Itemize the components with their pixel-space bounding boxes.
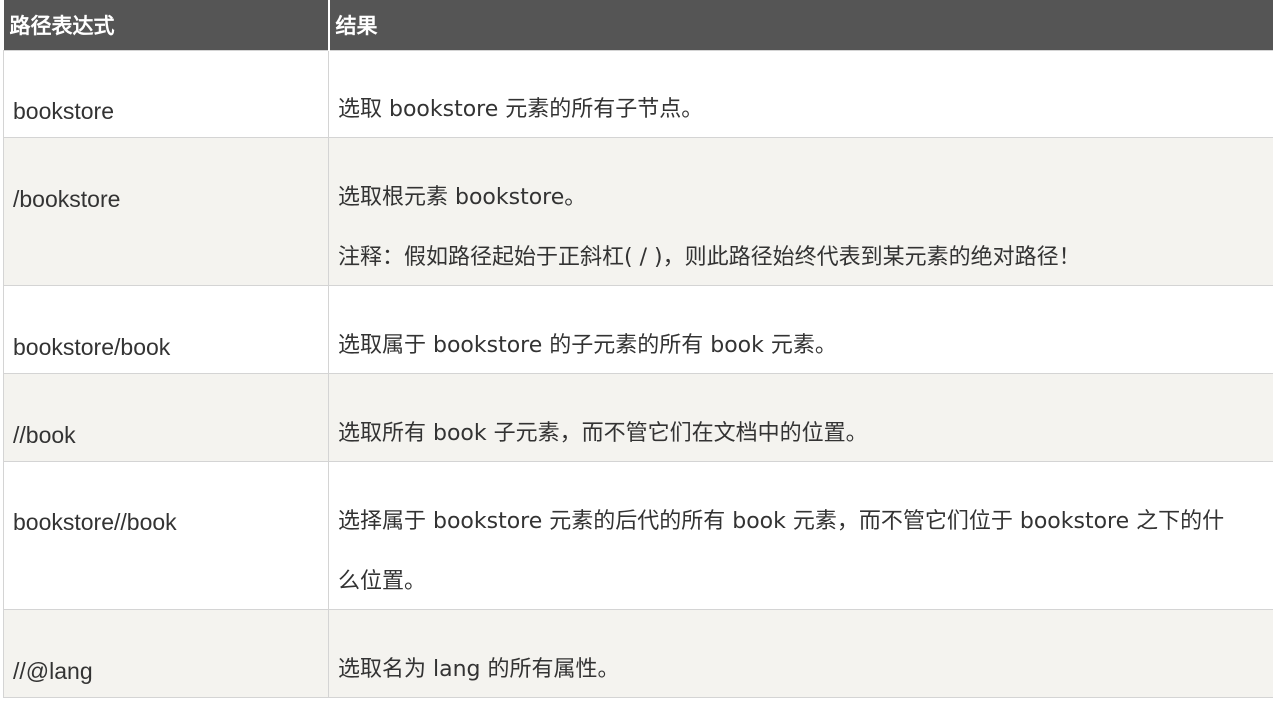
path-expression-cell: //book [3,372,329,462]
result-text: 选取名为 lang 的所有属性。 [338,656,620,682]
table-row: bookstore/book 选取属于 bookstore 的子元素的所有 bo… [3,284,1273,374]
result-cell: 选取根元素 bookstore。 注释：假如路径起始于正斜杠( / )，则此路径… [328,136,1273,286]
result-text: 选取所有 book 子元素，而不管它们在文档中的位置。 [338,420,868,446]
result-text: 选取根元素 bookstore。 [338,184,587,210]
path-expression-cell: bookstore//book [3,460,329,610]
path-expression-cell: //@lang [3,608,329,698]
header-path-expression: 路径表达式 [3,0,330,50]
xpath-table-container: 路径表达式 结果 bookstore 选取 bookstore 元素的所有子节点… [3,0,1273,700]
table-row: /bookstore 选取根元素 bookstore。 注释：假如路径起始于正斜… [3,136,1273,286]
path-expression-cell: /bookstore [3,136,329,286]
table-row: //@lang 选取名为 lang 的所有属性。 [3,608,1273,698]
result-cell: 选择属于 bookstore 元素的后代的所有 book 元素，而不管它们位于 … [328,460,1273,610]
header-result: 结果 [328,0,1273,50]
path-expression-cell: bookstore [3,49,329,138]
table-header-row: 路径表达式 结果 [3,0,1273,50]
result-text: 选取属于 bookstore 的子元素的所有 book 元素。 [338,332,837,358]
table-row: bookstore//book 选择属于 bookstore 元素的后代的所有 … [3,460,1273,610]
xpath-expression-table: 路径表达式 结果 bookstore 选取 bookstore 元素的所有子节点… [3,0,1273,698]
table-row: bookstore 选取 bookstore 元素的所有子节点。 [3,49,1273,138]
result-cell: 选取属于 bookstore 的子元素的所有 book 元素。 [328,284,1273,374]
path-expression-cell: bookstore/book [3,284,329,374]
result-note: 注释：假如路径起始于正斜杠( / )，则此路径始终代表到某元素的绝对路径！ [338,244,1081,270]
result-text: 选择属于 bookstore 元素的后代的所有 book 元素，而不管它们位于 … [338,508,1225,534]
result-text-continued: 么位置。 [338,568,427,594]
table-row: //book 选取所有 book 子元素，而不管它们在文档中的位置。 [3,372,1273,462]
result-cell: 选取名为 lang 的所有属性。 [328,608,1273,698]
result-text: 选取 bookstore 元素的所有子节点。 [338,96,704,122]
result-cell: 选取 bookstore 元素的所有子节点。 [328,49,1273,138]
result-cell: 选取所有 book 子元素，而不管它们在文档中的位置。 [328,372,1273,462]
